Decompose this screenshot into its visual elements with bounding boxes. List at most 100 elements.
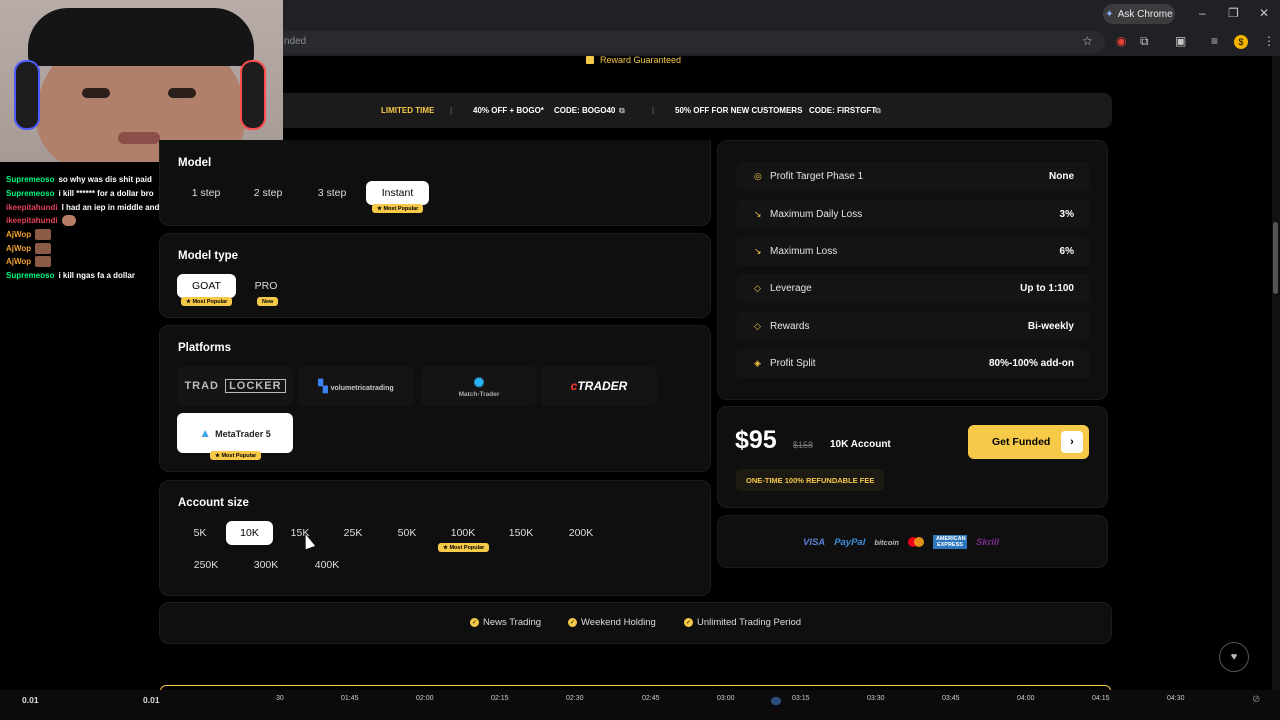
fee-note: ONE-TIME 100% REFUNDABLE FEE	[736, 469, 885, 491]
model-option-2-step[interactable]: 2 step	[246, 181, 290, 205]
account-size-5k[interactable]: 5K	[182, 521, 218, 545]
spec-row-profit-split: ◈ Profit Split 80%-100% add-on	[736, 349, 1090, 378]
mastercard-logo	[907, 537, 924, 547]
model-type-goat[interactable]: GOAT	[177, 274, 236, 298]
trend-down-icon: ↘	[754, 246, 762, 256]
metatrader-logo: ▲ MetaTrader 5	[199, 426, 271, 440]
close-window-button[interactable]: ✕	[1259, 6, 1269, 20]
spec-row-profit-target: ◎ Profit Target Phase 1 None	[736, 162, 1090, 191]
chat-user: ikeepitahundi	[6, 216, 58, 226]
check-icon: ✓	[568, 618, 577, 627]
platforms-panel: Platforms TRAD LOCKER ▚ volumetricatradin…	[159, 325, 711, 472]
video-timeline[interactable]	[0, 690, 1280, 720]
ask-chrome-label: Ask Chrome	[1117, 8, 1173, 20]
timeline-tick: 02:30	[566, 695, 584, 702]
model-type-pro[interactable]: PRO	[247, 274, 285, 298]
chat-emote	[35, 242, 52, 254]
chat-user: AjWop	[6, 230, 32, 240]
account-size-400k[interactable]: 400K	[306, 553, 348, 577]
extension-record-icon[interactable]: ◉	[1116, 34, 1126, 48]
spec-value: None	[1049, 171, 1074, 182]
chat-message: so why was dis shit paid	[58, 175, 152, 185]
account-size-10k[interactable]: 10K	[226, 521, 273, 545]
promo-code-1[interactable]: CODE: BOGO40	[554, 106, 615, 115]
tag-icon: ◈	[754, 358, 761, 368]
model-option-1-step[interactable]: 1 step	[184, 181, 228, 205]
timeline-tick: 03:45	[942, 695, 960, 702]
copy-icon[interactable]: ⧉	[619, 106, 625, 116]
model-type-panel: Model type GOAT ★ Most Popular PRO New	[159, 233, 711, 318]
account-size-title: Account size	[178, 497, 249, 509]
timeline-value: 0.01	[143, 695, 160, 705]
feature-label: News Trading	[483, 617, 542, 628]
spec-value: Up to 1:100	[1020, 283, 1074, 294]
bookmark-star-icon[interactable]: ☆	[1082, 34, 1093, 48]
ask-chrome-button[interactable]: ✦ Ask Chrome	[1103, 4, 1175, 24]
chat-emote	[61, 215, 76, 227]
support-chat-icon[interactable]: ♥	[1219, 642, 1249, 672]
spec-label: Maximum Loss	[770, 246, 838, 257]
extensions-puzzle-icon[interactable]: ⧉	[1140, 34, 1149, 49]
account-size-300k[interactable]: 300K	[245, 553, 287, 577]
platform-volumetrica[interactable]: ▚ volumetricatrading	[298, 366, 414, 406]
webcam-mouth	[118, 132, 160, 144]
account-size-150k[interactable]: 150K	[500, 521, 542, 545]
timeline-tick: 04:15	[1092, 695, 1110, 702]
minimize-button[interactable]: –	[1199, 6, 1206, 20]
platform-match-trader[interactable]: ✺ Match-Trader	[421, 366, 537, 406]
account-size-50k[interactable]: 50K	[388, 521, 426, 545]
scrollbar-thumb[interactable]	[1273, 222, 1278, 294]
skrill-logo: Skrill	[975, 536, 1000, 548]
headphone-left	[14, 60, 40, 130]
spec-label: Maximum Daily Loss	[770, 209, 863, 220]
spec-row-max-loss: ↘ Maximum Loss 6%	[736, 237, 1090, 266]
platform-metatrader5[interactable]: ▲ MetaTrader 5	[177, 413, 293, 453]
model-panel: Model 1 step 2 step 3 step Instant ★ Mos…	[159, 140, 711, 226]
webcam-eye	[82, 88, 110, 98]
profile-avatar[interactable]: $	[1234, 35, 1248, 49]
model-option-instant[interactable]: Instant	[366, 181, 429, 205]
volumetrica-logo: ▚ volumetricatrading	[318, 379, 394, 393]
trend-down-icon: ↘	[754, 209, 762, 219]
promo-code-2[interactable]: CODE: FIRSTGFT	[809, 106, 876, 115]
platform-ctrader[interactable]: cTRADER	[541, 366, 657, 406]
copy-icon[interactable]: ⧉	[875, 106, 881, 116]
spec-value: 6%	[1059, 246, 1074, 257]
amex-logo: AMERICAN EXPRESS	[932, 535, 967, 549]
model-option-3-step[interactable]: 3 step	[310, 181, 354, 205]
account-size-200k[interactable]: 200K	[560, 521, 602, 545]
address-bar[interactable]: nded	[270, 31, 1105, 53]
get-funded-button[interactable]: Get Funded ›	[968, 425, 1089, 459]
spec-label: Leverage	[770, 283, 812, 294]
spec-row-max-daily-loss: ↘ Maximum Daily Loss 3%	[736, 200, 1090, 229]
feature-unlimited-period: ✓ Unlimited Trading Period	[684, 617, 801, 628]
timeline-tick: 30	[276, 695, 284, 702]
promo-offer-2: 50% OFF FOR NEW CUSTOMERS	[675, 106, 803, 115]
promo-limited: LIMITED TIME	[381, 106, 435, 115]
media-cast-icon[interactable]: ▣	[1175, 34, 1186, 48]
platforms-title: Platforms	[178, 342, 232, 354]
timeline-tick: 03:30	[867, 695, 885, 702]
most-popular-badge: ★ Most Popular	[181, 297, 233, 306]
timeline-settings-icon[interactable]: ⊘	[1252, 694, 1260, 705]
account-size-250k[interactable]: 250K	[185, 553, 227, 577]
chat-user: Supremeoso	[6, 189, 55, 199]
chat-user: Supremeoso	[6, 271, 55, 281]
account-size-100k[interactable]: 100K	[442, 521, 484, 545]
check-icon: ✓	[470, 618, 479, 627]
chat-user: AjWop	[6, 243, 32, 253]
account-size-25k[interactable]: 25K	[334, 521, 372, 545]
visa-logo: VISA	[803, 536, 826, 548]
timeline-tick: 02:45	[642, 695, 660, 702]
feature-news-trading: ✓ News Trading	[470, 617, 541, 628]
account-size-panel: Account size 5K 10K 15K 25K 50K 100K ★ M…	[159, 480, 711, 596]
target-icon: ◎	[754, 171, 762, 181]
restore-button[interactable]: ❐	[1228, 6, 1239, 20]
spec-value: 80%-100% add-on	[988, 358, 1074, 369]
get-funded-label: Get Funded	[992, 436, 1051, 448]
page-scrollbar[interactable]	[1272, 56, 1280, 690]
timeline-playhead[interactable]	[771, 697, 781, 705]
tab-search-icon[interactable]: ≡	[1211, 34, 1218, 48]
platform-tradelocker[interactable]: TRAD LOCKER	[177, 366, 293, 406]
chrome-menu-icon[interactable]: ⋮	[1263, 34, 1275, 48]
